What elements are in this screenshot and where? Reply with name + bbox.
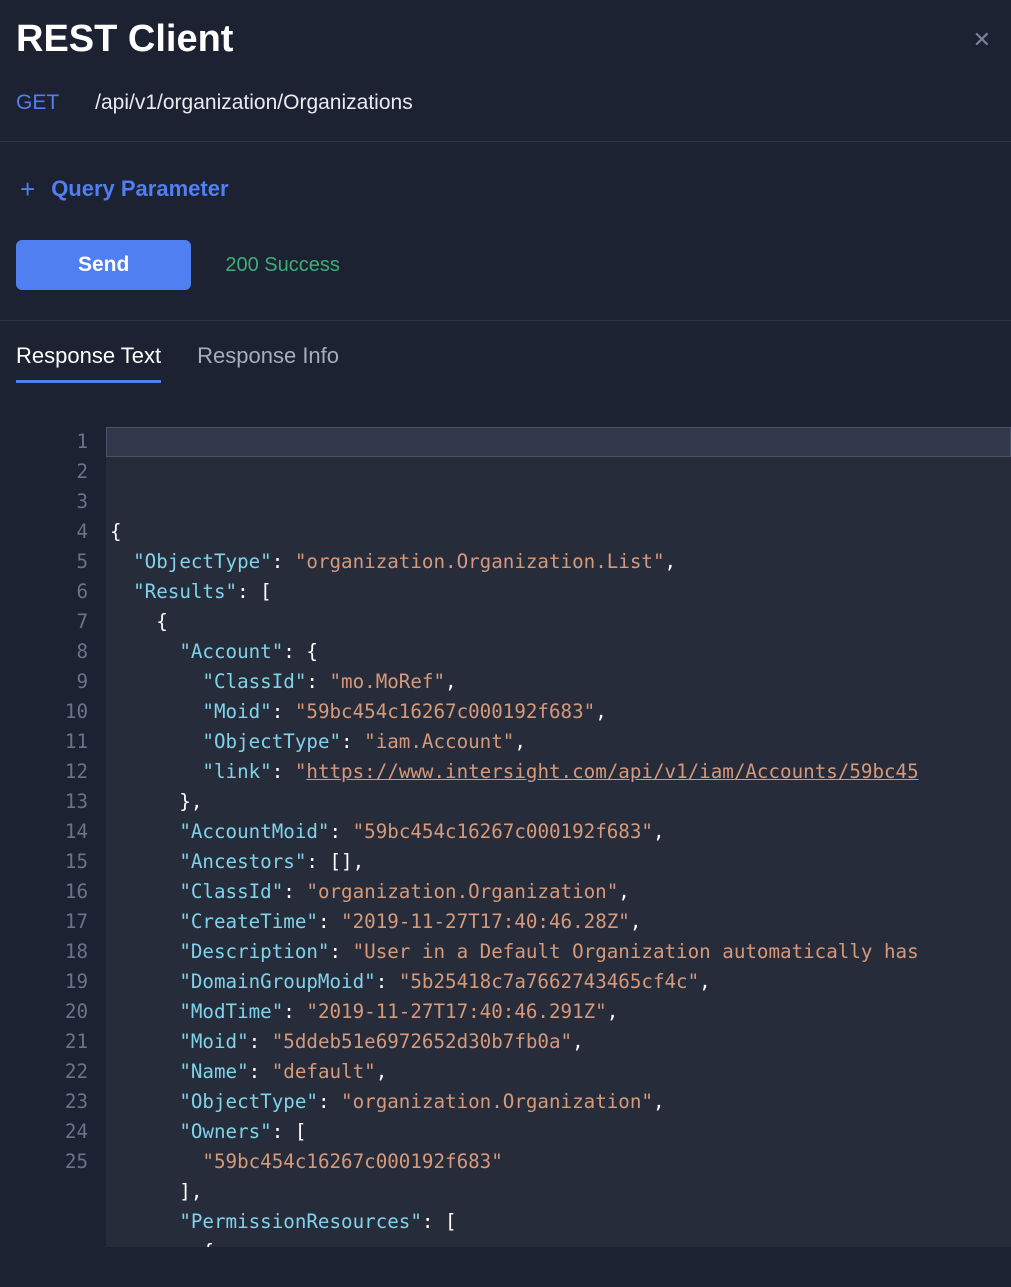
status-badge: 200 Success xyxy=(225,254,340,277)
code-line: { xyxy=(110,1237,1011,1247)
code-line: }, xyxy=(110,787,1011,817)
query-param-label: Query Parameter xyxy=(51,176,228,202)
request-url[interactable]: /api/v1/organization/Organizations xyxy=(95,91,413,115)
plus-icon: + xyxy=(20,176,35,202)
code-line: "Owners": [ xyxy=(110,1117,1011,1147)
line-highlight xyxy=(106,427,1011,457)
close-icon[interactable]: ✕ xyxy=(969,23,995,57)
tab-response-info[interactable]: Response Info xyxy=(197,343,339,383)
code-line: "ObjectType": "organization.Organization… xyxy=(110,1087,1011,1117)
code-line: "Moid": "59bc454c16267c000192f683", xyxy=(110,697,1011,727)
code-line: "59bc454c16267c000192f683" xyxy=(110,1147,1011,1177)
code-line: "Moid": "5ddeb51e6972652d30b7fb0a", xyxy=(110,1027,1011,1057)
response-editor[interactable]: 1234567891011121314151617181920212223242… xyxy=(16,427,1011,1247)
code-line: "Description": "User in a Default Organi… xyxy=(110,937,1011,967)
code-line: "AccountMoid": "59bc454c16267c000192f683… xyxy=(110,817,1011,847)
code-line: { xyxy=(110,607,1011,637)
code-line: "ClassId": "mo.MoRef", xyxy=(110,667,1011,697)
code-line: "Account": { xyxy=(110,637,1011,667)
send-button[interactable]: Send xyxy=(16,240,191,290)
tab-response-text[interactable]: Response Text xyxy=(16,343,161,383)
code-line: "Results": [ xyxy=(110,577,1011,607)
code-line: "ClassId": "organization.Organization", xyxy=(110,877,1011,907)
code-area[interactable]: { "ObjectType": "organization.Organizati… xyxy=(106,427,1011,1247)
code-line: "CreateTime": "2019-11-27T17:40:46.28Z", xyxy=(110,907,1011,937)
code-line: "Name": "default", xyxy=(110,1057,1011,1087)
code-line: ], xyxy=(110,1177,1011,1207)
code-line: { xyxy=(110,517,1011,547)
code-line: "ObjectType": "organization.Organization… xyxy=(110,547,1011,577)
http-method[interactable]: GET xyxy=(16,91,59,115)
code-line: "ObjectType": "iam.Account", xyxy=(110,727,1011,757)
add-query-param[interactable]: + Query Parameter xyxy=(0,142,1011,202)
line-gutter: 1234567891011121314151617181920212223242… xyxy=(16,427,106,1247)
page-title: REST Client xyxy=(16,18,233,61)
code-line: "ModTime": "2019-11-27T17:40:46.291Z", xyxy=(110,997,1011,1027)
code-line: "DomainGroupMoid": "5b25418c7a7662743465… xyxy=(110,967,1011,997)
code-line: "link": "https://www.intersight.com/api/… xyxy=(110,757,1011,787)
code-line: "PermissionResources": [ xyxy=(110,1207,1011,1237)
code-line: "Ancestors": [], xyxy=(110,847,1011,877)
